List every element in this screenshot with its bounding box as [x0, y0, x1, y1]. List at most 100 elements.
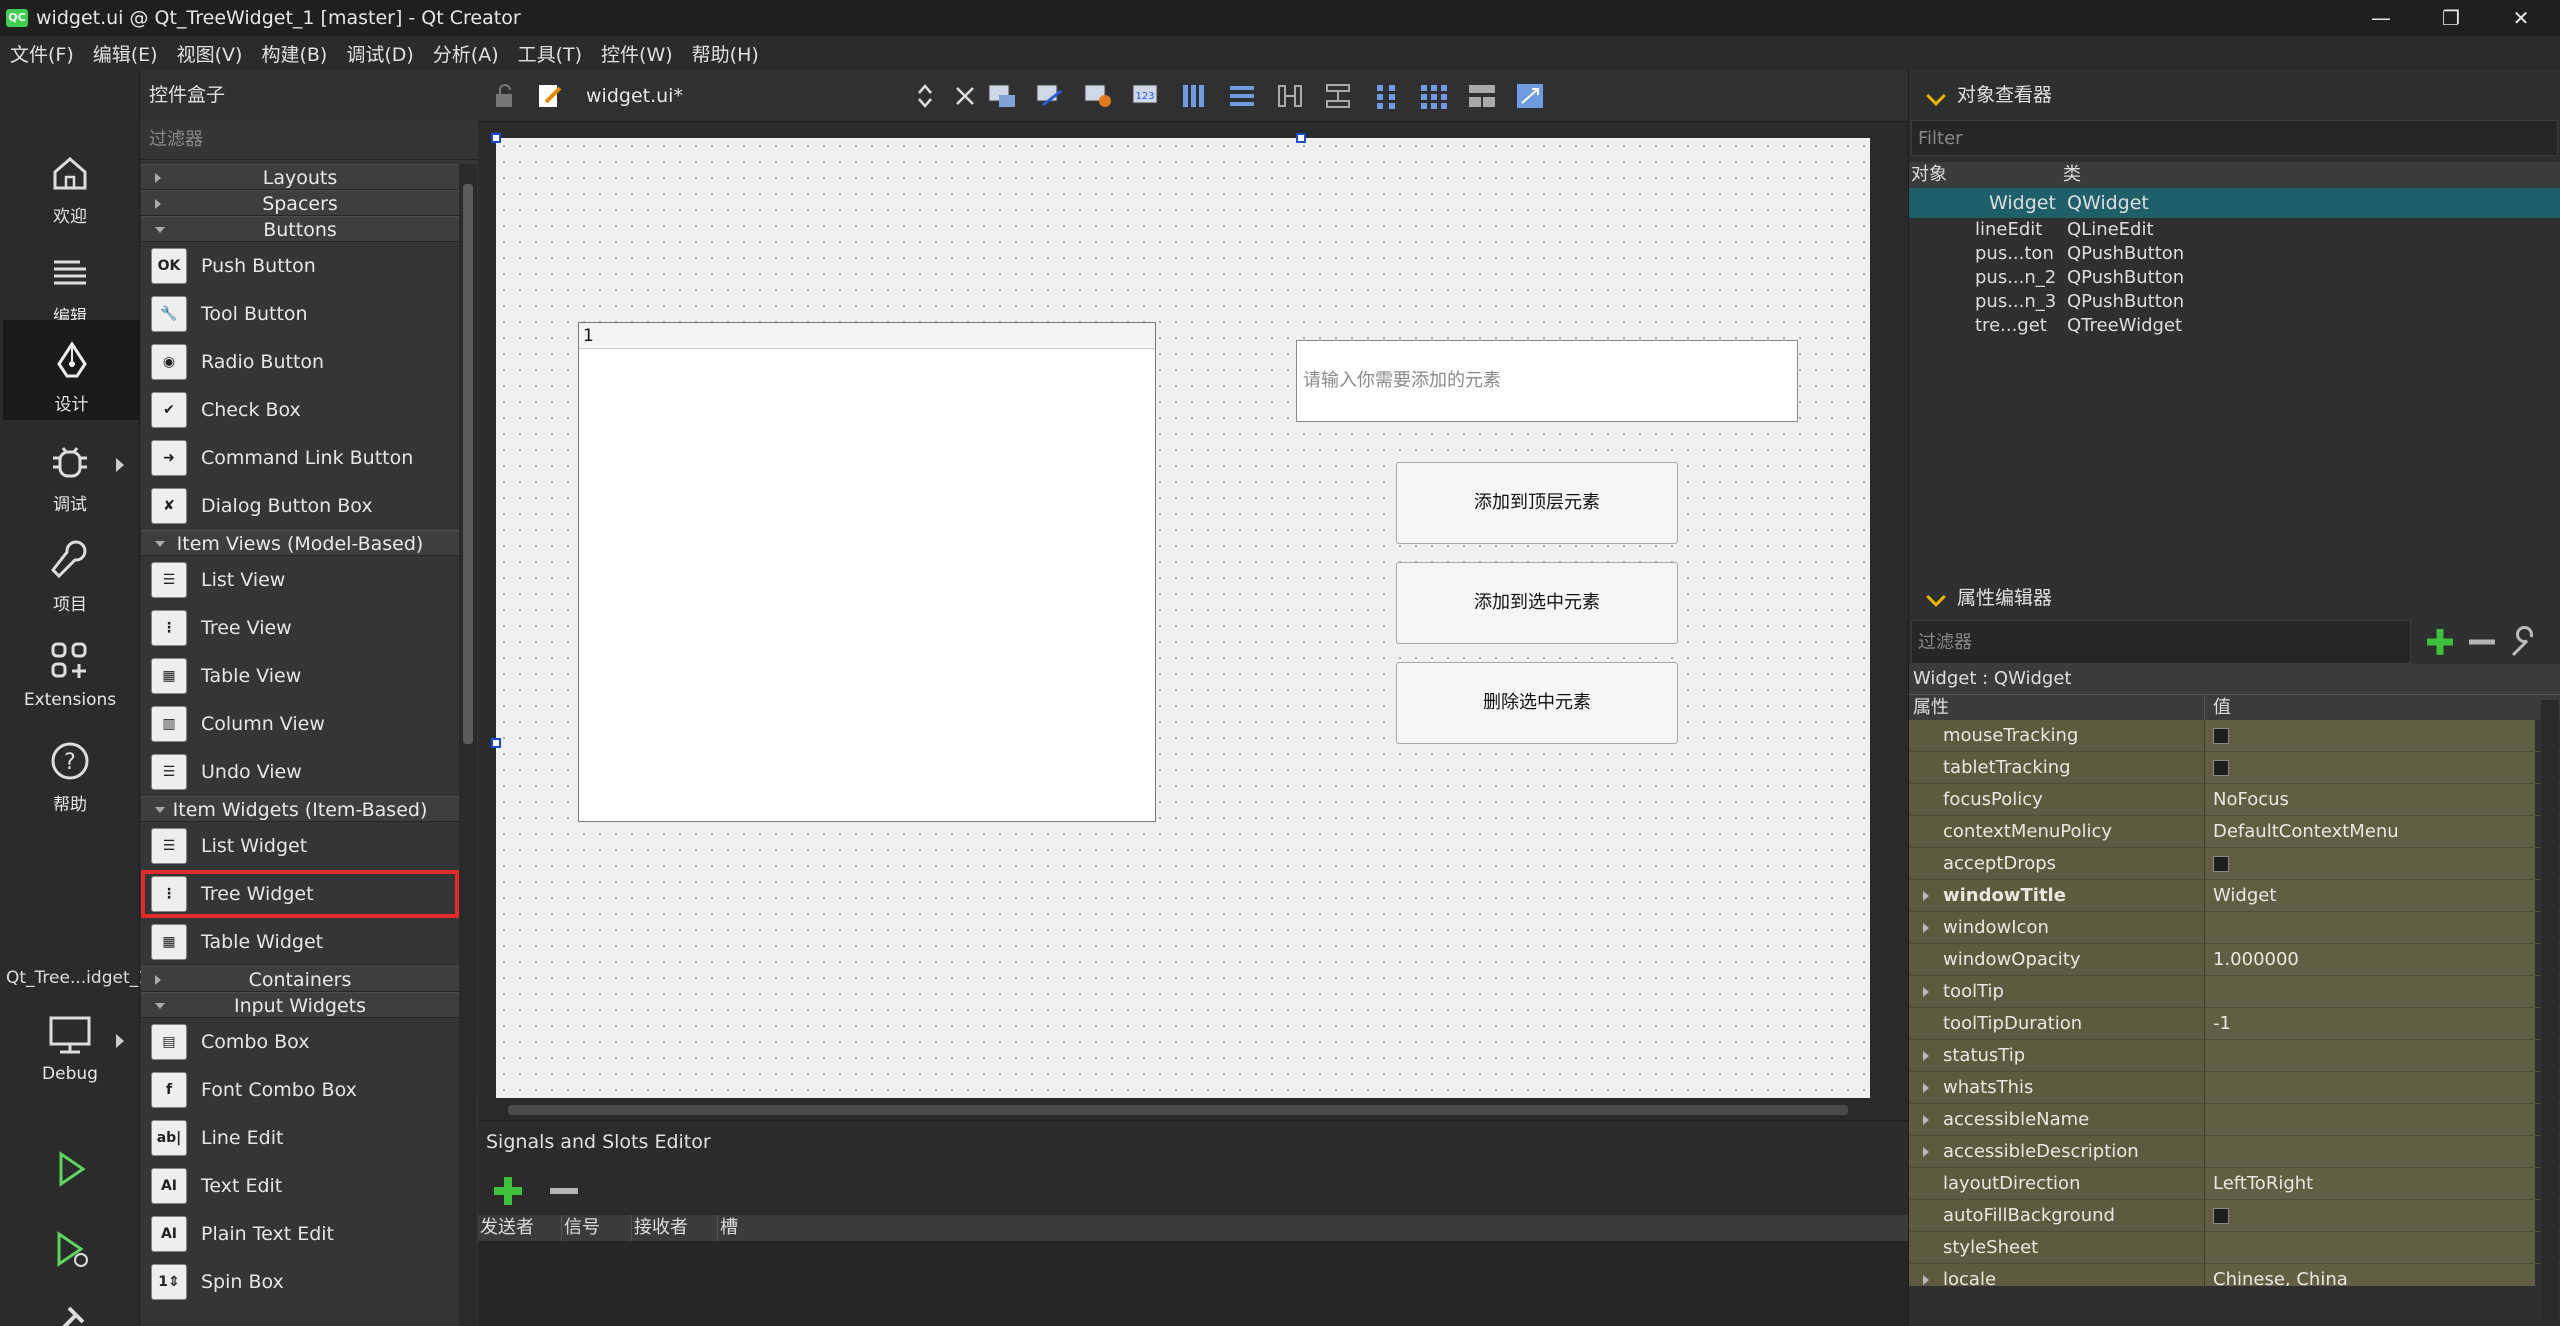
property-checkbox[interactable] — [2213, 1208, 2229, 1224]
maximize-button[interactable]: ❐ — [2416, 0, 2486, 36]
mode-extensions[interactable]: Extensions — [0, 620, 140, 720]
category-buttons[interactable]: Buttons — [141, 216, 459, 242]
expand-arrow-icon[interactable] — [1923, 1051, 1929, 1061]
property-value[interactable] — [2205, 720, 2535, 751]
widget-item-text-edit[interactable]: AI Text Edit — [141, 1162, 459, 1210]
expand-arrow-icon[interactable] — [1923, 891, 1929, 901]
expand-arrow-icon[interactable] — [1923, 1147, 1929, 1157]
widget-item-list-widget[interactable]: ☰ List Widget — [141, 822, 459, 870]
minimize-button[interactable]: — — [2346, 0, 2416, 36]
expand-arrow-icon[interactable] — [1923, 987, 1929, 997]
layout-h-splitter-icon[interactable] — [1273, 81, 1307, 111]
resize-handle[interactable] — [491, 133, 501, 143]
configure-wrench-icon[interactable] — [2507, 625, 2541, 659]
property-value[interactable]: Chinese, China — [2205, 1264, 2535, 1286]
widget-box-scrollbar[interactable] — [459, 164, 477, 1326]
expand-arrow-icon[interactable] — [1923, 1275, 1929, 1285]
widget-item-spin-box[interactable]: 1⇕ Spin Box — [141, 1258, 459, 1306]
property-row-tooltip[interactable]: toolTip — [1909, 976, 2560, 1008]
edit-buddies-icon[interactable] — [1081, 81, 1115, 111]
menu-debug[interactable]: 调试(D) — [336, 40, 422, 67]
layout-horizontal-icon[interactable] — [1177, 81, 1211, 111]
property-row-windowicon[interactable]: windowIcon — [1909, 912, 2560, 944]
property-value[interactable] — [2205, 1040, 2535, 1071]
property-row-layoutdirection[interactable]: layoutDirection LeftToRight — [1909, 1168, 2560, 1200]
mode-debug[interactable]: 调试 — [0, 420, 140, 520]
mode-edit[interactable]: 编辑 — [0, 232, 140, 332]
property-filter-input[interactable]: 过滤器 — [1911, 620, 2411, 664]
document-name[interactable]: widget.ui* — [586, 85, 916, 107]
property-value[interactable]: Widget — [2205, 880, 2535, 911]
layout-v-splitter-icon[interactable] — [1321, 81, 1355, 111]
property-value[interactable]: -1 — [2205, 1008, 2535, 1039]
category-spacers[interactable]: Spacers — [141, 190, 459, 216]
mode-design[interactable]: 设计 — [0, 320, 140, 420]
property-row-accessibledescription[interactable]: accessibleDescription — [1909, 1136, 2560, 1168]
object-inspector-header[interactable]: 对象查看器 — [1909, 70, 2560, 120]
widget-item-dialog-button-box[interactable]: ✘ Dialog Button Box — [141, 482, 459, 530]
category-item-views-model-based[interactable]: Item Views (Model-Based) — [141, 530, 459, 556]
property-value[interactable] — [2205, 1072, 2535, 1103]
widget-item-plain-text-edit[interactable]: AI Plain Text Edit — [141, 1210, 459, 1258]
property-row-locale[interactable]: locale Chinese, China — [1909, 1264, 2560, 1286]
property-row-contextmenupolicy[interactable]: contextMenuPolicy DefaultContextMenu — [1909, 816, 2560, 848]
property-value[interactable] — [2205, 1232, 2535, 1263]
widget-item-check-box[interactable]: ✔ Check Box — [141, 386, 459, 434]
category-item-widgets-item-based[interactable]: Item Widgets (Item-Based) — [141, 796, 459, 822]
kit-selector[interactable]: Debug — [0, 996, 140, 1116]
mode-welcome[interactable]: 欢迎 — [0, 132, 140, 232]
element-line-edit[interactable]: 请输入你需要添加的元素 — [1296, 340, 1798, 422]
object-row[interactable]: lineEdit QLineEdit — [1909, 218, 2560, 242]
property-value[interactable] — [2205, 1136, 2535, 1167]
mode-projects[interactable]: 项目 — [0, 520, 140, 620]
property-row-windowtitle[interactable]: windowTitle Widget — [1909, 880, 2560, 912]
remove-connection-icon[interactable] — [544, 1171, 584, 1211]
mode-help[interactable]: ? 帮助 — [0, 720, 140, 820]
tree-header[interactable]: 1 — [579, 323, 1155, 349]
menu-build[interactable]: 构建(B) — [251, 40, 336, 67]
widget-item-line-edit[interactable]: ab| Line Edit — [141, 1114, 459, 1162]
build-button[interactable] — [0, 1286, 140, 1326]
property-value[interactable] — [2205, 848, 2535, 879]
widget-item-undo-view[interactable]: ☰ Undo View — [141, 748, 459, 796]
property-value[interactable] — [2205, 1104, 2535, 1135]
canvas-horizontal-scrollbar[interactable] — [478, 1100, 1888, 1120]
property-value[interactable] — [2205, 976, 2535, 1007]
widget-item-table-view[interactable]: ▦ Table View — [141, 652, 459, 700]
widget-item-radio-button[interactable]: ◉ Radio Button — [141, 338, 459, 386]
layout-form-icon[interactable] — [1369, 81, 1403, 111]
expand-arrow-icon[interactable] — [1923, 1083, 1929, 1093]
layout-vertical-icon[interactable] — [1225, 81, 1259, 111]
property-editor-header[interactable]: 属性编辑器 — [1909, 576, 2560, 620]
column-sender[interactable]: 发送者 — [478, 1215, 562, 1241]
expand-arrow-icon[interactable] — [1923, 1115, 1929, 1125]
object-filter-input[interactable]: Filter — [1911, 120, 2558, 156]
property-row-acceptdrops[interactable]: acceptDrops — [1909, 848, 2560, 880]
delete-selected-button[interactable]: 删除选中元素 — [1396, 662, 1678, 744]
edit-widgets-icon[interactable] — [985, 81, 1019, 111]
add-connection-icon[interactable] — [488, 1171, 528, 1211]
column-value[interactable]: 值 — [2205, 695, 2231, 720]
category-containers[interactable]: Containers — [141, 966, 459, 992]
resize-handle[interactable] — [491, 738, 501, 748]
tree-widget[interactable]: 1 — [578, 322, 1156, 822]
menu-file[interactable]: 文件(F) — [0, 40, 83, 67]
property-scrollbar[interactable] — [2541, 700, 2559, 1320]
run-button[interactable] — [0, 1130, 140, 1210]
object-row[interactable]: tre...get QTreeWidget — [1909, 314, 2560, 338]
menu-widgets[interactable]: 控件(W) — [591, 40, 682, 67]
property-row-whatsthis[interactable]: whatsThis — [1909, 1072, 2560, 1104]
object-row[interactable]: pus...n_2 QPushButton — [1909, 266, 2560, 290]
expand-arrow-icon[interactable] — [1923, 923, 1929, 933]
widget-item-table-widget[interactable]: ▦ Table Widget — [141, 918, 459, 966]
property-value[interactable]: DefaultContextMenu — [2205, 816, 2535, 847]
category-input-widgets[interactable]: Input Widgets — [141, 992, 459, 1018]
object-row-root[interactable]: Widget QWidget — [1909, 188, 2560, 218]
resize-handle[interactable] — [1296, 133, 1306, 143]
break-layout-icon[interactable] — [1465, 81, 1499, 111]
widget-item-column-view[interactable]: ▥ Column View — [141, 700, 459, 748]
add-top-level-button[interactable]: 添加到顶层元素 — [1396, 462, 1678, 544]
menu-edit[interactable]: 编辑(E) — [83, 40, 167, 67]
property-row-statustip[interactable]: statusTip — [1909, 1040, 2560, 1072]
property-value[interactable]: 1.000000 — [2205, 944, 2535, 975]
